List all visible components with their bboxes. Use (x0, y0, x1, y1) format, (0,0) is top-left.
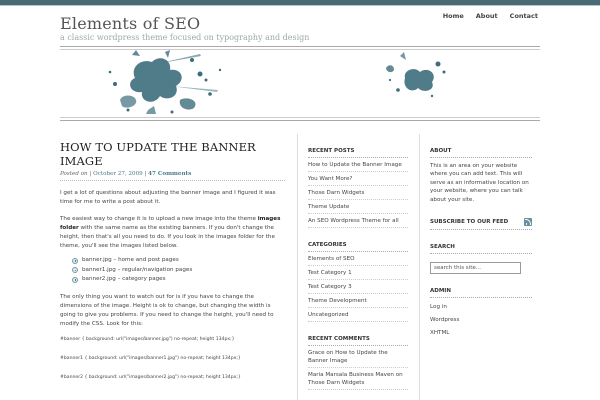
rss-icon[interactable] (524, 218, 532, 227)
sidebar-primary: RECENT POSTS How to Update the Banner Im… (308, 148, 408, 400)
nav-contact-link[interactable]: Contact (510, 12, 538, 20)
widget-title: RECENT COMMENTS (308, 336, 408, 346)
widget-title: SUBSCRIBE TO OUR FEED (430, 218, 532, 231)
widget-title-text: ADMIN (430, 288, 451, 295)
post-text: The easiest way to change it is to uploa… (60, 216, 258, 222)
list-item-text: banner1.jpg – regular/navigation pages (82, 266, 193, 273)
column-divider (297, 134, 298, 400)
admin-xhtml-link[interactable]: XHTML (430, 326, 532, 339)
list-item: banner.jpg – home and post pages (72, 256, 285, 266)
sidebar-secondary: ABOUT This is an area on your website wh… (430, 148, 532, 353)
recent-comments-widget: RECENT COMMENTS Grace on How to Update t… (308, 336, 408, 390)
recent-posts-widget: RECENT POSTS How to Update the Banner Im… (308, 148, 408, 228)
post-text: with the same name as the existing banne… (60, 225, 275, 249)
widget-title-text: ABOUT (430, 148, 452, 154)
header-rule (60, 120, 540, 121)
recent-post-link[interactable]: You Want More? (308, 172, 408, 186)
subscribe-feed-link[interactable]: SUBSCRIBE TO OUR FEED (430, 219, 508, 225)
widget-title: SEARCH (430, 244, 532, 255)
widget-title-text: RECENT COMMENTS (308, 336, 370, 342)
header-rule (60, 117, 540, 118)
banner-image (60, 50, 540, 115)
css-code-line: #banner { background: url("images/banner… (60, 336, 235, 342)
recent-post-link[interactable]: An SEO Wordpress Theme for all (308, 214, 408, 228)
about-widget: ABOUT This is an area on your website wh… (430, 148, 532, 204)
bullet-icon (72, 276, 78, 283)
site-title[interactable]: Elements of SEO (60, 14, 200, 33)
post-title[interactable]: HOW TO UPDATE THE BANNER IMAGE (60, 140, 285, 168)
nav-about-link[interactable]: About (476, 12, 498, 20)
category-link[interactable]: Test Category 3 (308, 280, 408, 294)
category-link[interactable]: Uncategorized (308, 308, 408, 322)
nav-home-link[interactable]: Home (443, 12, 464, 20)
post-date-link[interactable]: October 27, 2009 (93, 171, 143, 177)
search-widget: SEARCH (430, 244, 532, 275)
list-item-text: banner.jpg – home and post pages (82, 257, 179, 263)
list-item-text: banner2.jpg – category pages (82, 276, 166, 282)
bullet-icon (72, 267, 78, 274)
post-meta: Posted on | October 27, 2009 | 47 Commen… (60, 171, 285, 181)
search-input[interactable] (430, 262, 521, 275)
recent-post-link[interactable]: Theme Update (308, 200, 408, 214)
category-link[interactable]: Elements of SEO (308, 252, 408, 266)
banner-file-list: banner.jpg – home and post pages banner1… (72, 256, 285, 285)
recent-post-link[interactable]: Those Darn Widgets (308, 186, 408, 200)
ink-splash-image (108, 50, 446, 114)
recent-post-link[interactable]: How to Update the Banner Image (308, 158, 408, 172)
recent-comment-link[interactable]: Maria Marsala Business Maven on Those Da… (308, 368, 408, 390)
widget-title: CATEGORIES (308, 242, 408, 252)
admin-widget: ADMIN Log in Wordpress XHTML (430, 288, 532, 339)
column-divider (419, 134, 420, 400)
widget-title-text: SEARCH (430, 244, 455, 251)
top-accent-line (0, 5, 600, 6)
category-link[interactable]: Theme Development (308, 294, 408, 308)
post-content: HOW TO UPDATE THE BANNER IMAGE Posted on… (60, 140, 285, 380)
list-item: banner1.jpg – regular/navigation pages (72, 266, 285, 276)
about-text: This is an area on your website where yo… (430, 163, 529, 203)
bullet-icon (72, 257, 78, 264)
header-rule (60, 46, 540, 47)
post-meta-prefix: Posted on | (60, 171, 94, 177)
widget-title: ABOUT (430, 148, 532, 158)
admin-login-link[interactable]: Log in (430, 300, 532, 313)
post-paragraph: The easiest way to change it is to uploa… (60, 215, 285, 251)
widget-title: ADMIN (430, 288, 532, 299)
site-tagline: a classic wordpress theme focused on typ… (60, 33, 310, 42)
top-navigation: Home About Contact (443, 12, 538, 20)
widget-title-text: RECENT POSTS (308, 148, 355, 154)
css-code-line: #banner1 { background: url("images/banne… (60, 355, 241, 361)
widget-title-text: CATEGORIES (308, 242, 347, 248)
category-link[interactable]: Test Category 1 (308, 266, 408, 280)
css-code-line: #banner2 { background: url("images/banne… (60, 374, 241, 380)
admin-wordpress-link[interactable]: Wordpress (430, 313, 532, 326)
categories-widget: CATEGORIES Elements of SEO Test Category… (308, 242, 408, 322)
list-item: banner2.jpg – category pages (72, 275, 285, 285)
post-comments-link[interactable]: 47 Comments (148, 171, 191, 177)
recent-comment-link[interactable]: Grace on How to Update the Banner Image (308, 346, 408, 368)
post-paragraph: I get a lot of questions about adjusting… (60, 190, 276, 205)
widget-title: RECENT POSTS (308, 148, 408, 158)
post-paragraph: The only thing you want to watch out for… (60, 293, 274, 327)
subscribe-widget: SUBSCRIBE TO OUR FEED (430, 218, 532, 231)
